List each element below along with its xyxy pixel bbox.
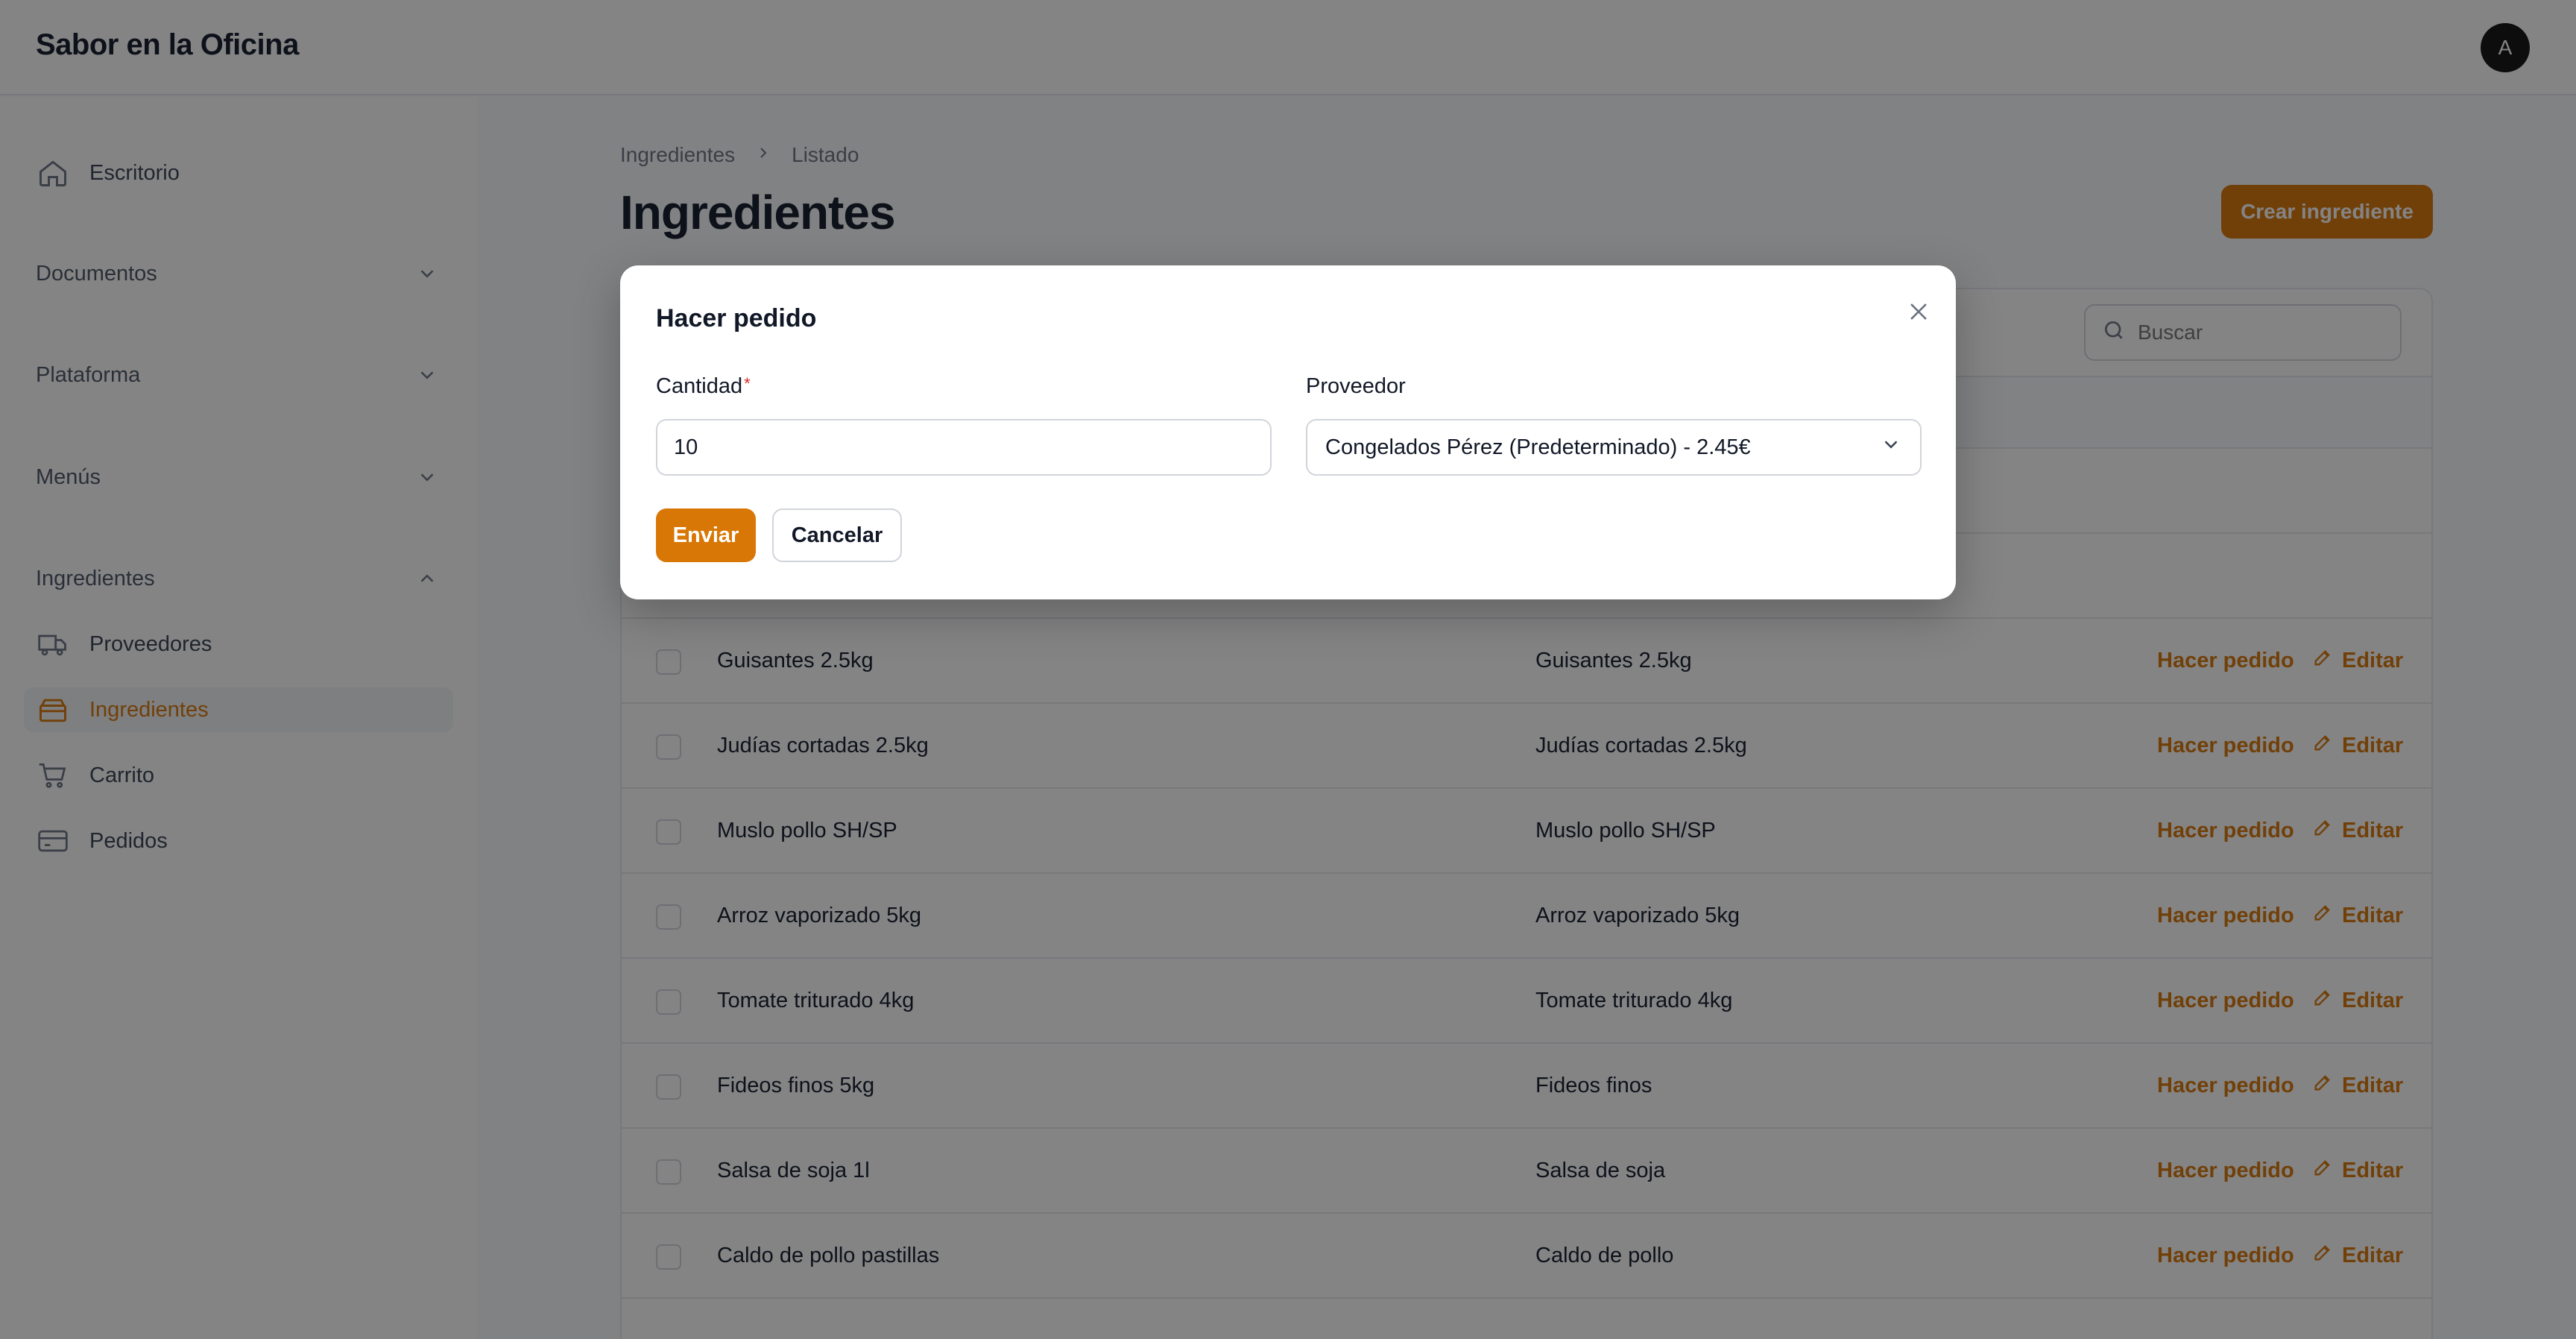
required-mark: * bbox=[744, 374, 751, 393]
supplier-select[interactable]: Congelados Pérez (Predeterminado) - 2.45… bbox=[1306, 419, 1922, 476]
close-button[interactable] bbox=[1899, 294, 1938, 333]
quantity-input[interactable] bbox=[656, 419, 1272, 476]
order-modal: Hacer pedido Cantidad* Proveedor Congela… bbox=[620, 265, 1956, 599]
proveedor-label: Proveedor bbox=[1306, 374, 1406, 398]
cantidad-label: Cantidad* bbox=[656, 374, 751, 399]
modal-overlay[interactable] bbox=[0, 0, 2576, 1339]
cantidad-label-text: Cantidad bbox=[656, 374, 743, 398]
supplier-select-value: Congelados Pérez (Predeterminado) - 2.45… bbox=[1325, 435, 1751, 459]
chevron-down-icon bbox=[1880, 433, 1902, 461]
close-icon bbox=[1906, 299, 1931, 328]
cancel-button[interactable]: Cancelar bbox=[772, 508, 902, 562]
modal-title: Hacer pedido bbox=[656, 304, 817, 333]
submit-button[interactable]: Enviar bbox=[656, 508, 756, 562]
